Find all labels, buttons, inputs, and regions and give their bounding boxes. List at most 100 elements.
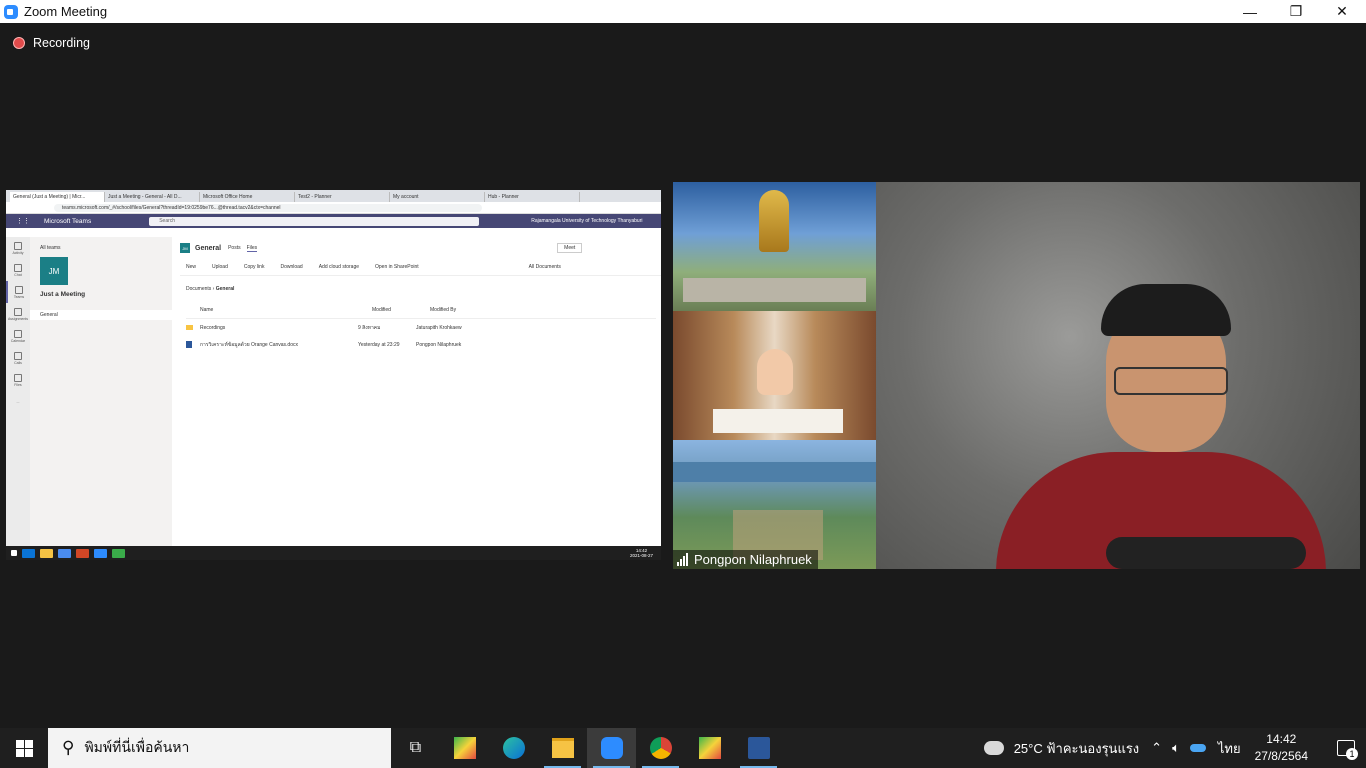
file-modified: Yesterday at 23:29 — [358, 341, 400, 348]
browser-tab[interactable]: Just a Meeting - General - All D... — [105, 192, 200, 202]
view-selector[interactable]: All Documents — [529, 264, 561, 270]
file-name[interactable]: การวิเคราะห์ข้อมูลด้วย Orange Canvas.doc… — [200, 341, 298, 349]
upload-button[interactable]: Upload — [212, 264, 228, 270]
browser-tab[interactable]: Hub - Planner — [485, 192, 580, 202]
rail-chat[interactable]: Chat — [6, 259, 30, 281]
file-modified-by: Pongpon Nilaphruek — [416, 341, 462, 348]
open-sharepoint-button[interactable]: Open in SharePoint — [375, 264, 419, 270]
word-doc-icon — [186, 341, 192, 348]
tab-posts[interactable]: Posts — [228, 245, 241, 251]
edge-icon — [22, 548, 35, 558]
onedrive-icon[interactable] — [1189, 744, 1206, 752]
browser-tab[interactable]: My account — [390, 192, 485, 202]
channel-title: General — [195, 244, 222, 252]
teams-header: ⋮⋮ Microsoft Teams Search Rajamangala Un… — [6, 214, 661, 228]
weather-icon — [983, 741, 1004, 755]
input-language[interactable]: ไทย — [1218, 738, 1241, 759]
taskbar-app-edge[interactable] — [489, 728, 538, 768]
meet-button[interactable]: Meet — [557, 243, 583, 253]
minimize-button[interactable]: — — [1227, 0, 1273, 23]
system-tray: 25°C ฟ้าคะนองรุนแรง ⌃ 🔈︎ ไทย 14:42 27/8/… — [983, 728, 1366, 768]
file-modified: 9 สิงหาคม — [358, 324, 381, 331]
rail-more[interactable]: ... — [6, 391, 30, 413]
download-button[interactable]: Download — [280, 264, 302, 270]
app-launcher-icon[interactable]: ⋮⋮ — [16, 217, 30, 225]
edge-icon — [502, 737, 525, 759]
browser-tab[interactable]: General (Just a Meeting) | Micr... — [10, 192, 105, 202]
table-row[interactable]: Recordings 9 สิงหาคม Jaturapith Krohkaew — [186, 319, 656, 336]
all-teams-link[interactable]: All teams — [40, 245, 172, 251]
zoom-app-icon — [600, 737, 623, 759]
teams-search-input[interactable]: Search — [149, 216, 480, 226]
shared-clock-date: 2021-08-27 — [629, 553, 653, 558]
weather-text[interactable]: 25°C ฟ้าคะนองรุนแรง — [1014, 738, 1139, 759]
browser-tab[interactable]: Test2 - Planner — [295, 192, 390, 202]
team-name[interactable]: Just a Meeting — [40, 291, 172, 298]
col-modified[interactable]: Modified — [372, 307, 430, 313]
browser-tab[interactable]: Microsoft Office Home — [200, 192, 295, 202]
windows-logo-icon — [15, 739, 33, 757]
rail-calendar[interactable]: Calendar — [6, 325, 30, 347]
shared-screen: General (Just a Meeting) | Micr... Just … — [6, 190, 661, 560]
rail-teams[interactable]: Teams — [6, 281, 30, 303]
taskbar-app-chrome[interactable] — [636, 728, 685, 768]
photo-collage — [673, 182, 876, 569]
recording-icon — [13, 37, 25, 49]
url-field[interactable]: teams.microsoft.com/_#/school/files/Gene… — [54, 203, 482, 212]
restore-button[interactable]: ❐ — [1273, 0, 1319, 23]
org-name: Rajamangala University of Technology Tha… — [531, 218, 643, 224]
participant-glasses — [1114, 367, 1228, 395]
bluestacks-icon — [453, 737, 476, 759]
channel-general[interactable]: General — [30, 310, 172, 320]
col-name[interactable]: Name — [186, 307, 372, 313]
files-view: JM General Posts Files Meet New Upload C… — [172, 237, 661, 546]
notifications-button[interactable]: 1 — [1326, 728, 1366, 768]
recording-label: Recording — [33, 36, 90, 50]
team-avatar: JM — [40, 257, 68, 285]
team-list-pane: All teams JM Just a Meeting General — [30, 237, 172, 546]
rail-assignments[interactable]: Assignments — [6, 303, 30, 325]
search-icon: ⚲ — [62, 738, 75, 757]
start-icon — [11, 550, 17, 556]
taskbar-app-zoom[interactable] — [587, 728, 636, 768]
taskbar-app-word[interactable] — [734, 728, 783, 768]
taskbar-search-box[interactable]: ⚲ พิมพ์ที่นี่เพื่อค้นหา — [48, 728, 391, 768]
col-modified-by[interactable]: Modified By — [430, 307, 456, 313]
taskbar-app-bluestacks-2[interactable] — [685, 728, 734, 768]
start-button[interactable] — [0, 728, 48, 768]
recording-indicator[interactable]: Recording — [13, 36, 90, 50]
library-student-image — [673, 311, 876, 440]
file-name[interactable]: Recordings — [200, 325, 225, 331]
rail-files[interactable]: Files — [6, 369, 30, 391]
participant-video[interactable] — [876, 182, 1360, 569]
chevron-up-icon[interactable]: ⌃ — [1151, 740, 1162, 756]
table-row[interactable]: การวิเคราะห์ข้อมูลด้วย Orange Canvas.doc… — [186, 336, 656, 353]
window-title: Zoom Meeting — [24, 4, 108, 19]
new-button[interactable]: New — [186, 264, 196, 270]
taskbar-app-explorer[interactable] — [538, 728, 587, 768]
taskbar-app-bluestacks[interactable] — [440, 728, 489, 768]
teams-app-rail: Activity Chat Teams Assignments Calendar… — [6, 237, 30, 546]
close-button[interactable]: ✕ — [1319, 0, 1365, 23]
rail-activity[interactable]: Activity — [6, 237, 30, 259]
clock[interactable]: 14:42 27/8/2564 — [1255, 731, 1308, 765]
add-cloud-storage-button[interactable]: Add cloud storage — [319, 264, 359, 270]
chrome-icon — [58, 548, 71, 558]
breadcrumb-documents[interactable]: Documents — [186, 286, 211, 292]
task-view-button[interactable]: ⧉ — [391, 728, 440, 768]
clock-date: 27/8/2564 — [1254, 749, 1308, 763]
zoom-title-bar: Zoom Meeting — ❐ ✕ — [0, 0, 1366, 23]
copy-link-button[interactable]: Copy link — [244, 264, 265, 270]
explorer-icon — [40, 548, 53, 558]
signal-strength-icon — [677, 553, 689, 566]
tab-files[interactable]: Files — [246, 245, 258, 252]
rail-calls[interactable]: Calls — [6, 347, 30, 369]
chrome-icon — [649, 737, 672, 759]
breadcrumb: Documents › General — [186, 286, 235, 292]
volume-icon[interactable]: 🔈︎ — [1172, 740, 1180, 756]
windows-taskbar: ⚲ พิมพ์ที่นี่เพื่อค้นหา ⧉ 25°C ฟ้าคะนองร… — [0, 728, 1366, 768]
task-view-icon: ⧉ — [409, 739, 422, 756]
browser-address-bar: teams.microsoft.com/_#/school/files/Gene… — [6, 202, 661, 214]
bluestacks-icon — [698, 737, 721, 759]
meeting-area: Recording General (Just a Meeting) | Mic… — [0, 23, 1366, 728]
